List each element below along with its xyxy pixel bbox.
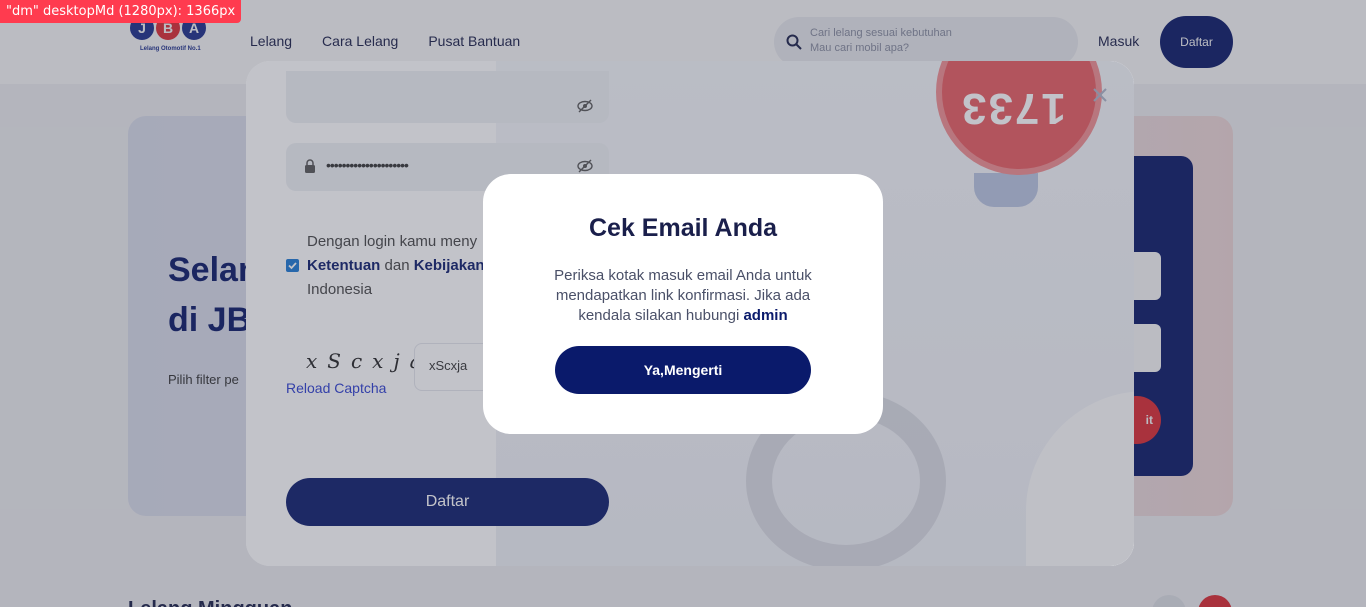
dialog-title: Cek Email Anda: [588, 214, 778, 242]
close-icon[interactable]: [1092, 87, 1108, 103]
check-email-dialog: Cek Email Anda Periksa kotak masuk email…: [483, 174, 883, 434]
confirm-button[interactable]: Ya,Mengerti: [555, 346, 811, 394]
dialog-body: Periksa kotak masuk email Anda untuk men…: [533, 266, 833, 326]
viewport-debug-label: "dm" desktopMd (1280px): 1366px: [0, 0, 242, 23]
admin-link[interactable]: admin: [743, 307, 787, 324]
